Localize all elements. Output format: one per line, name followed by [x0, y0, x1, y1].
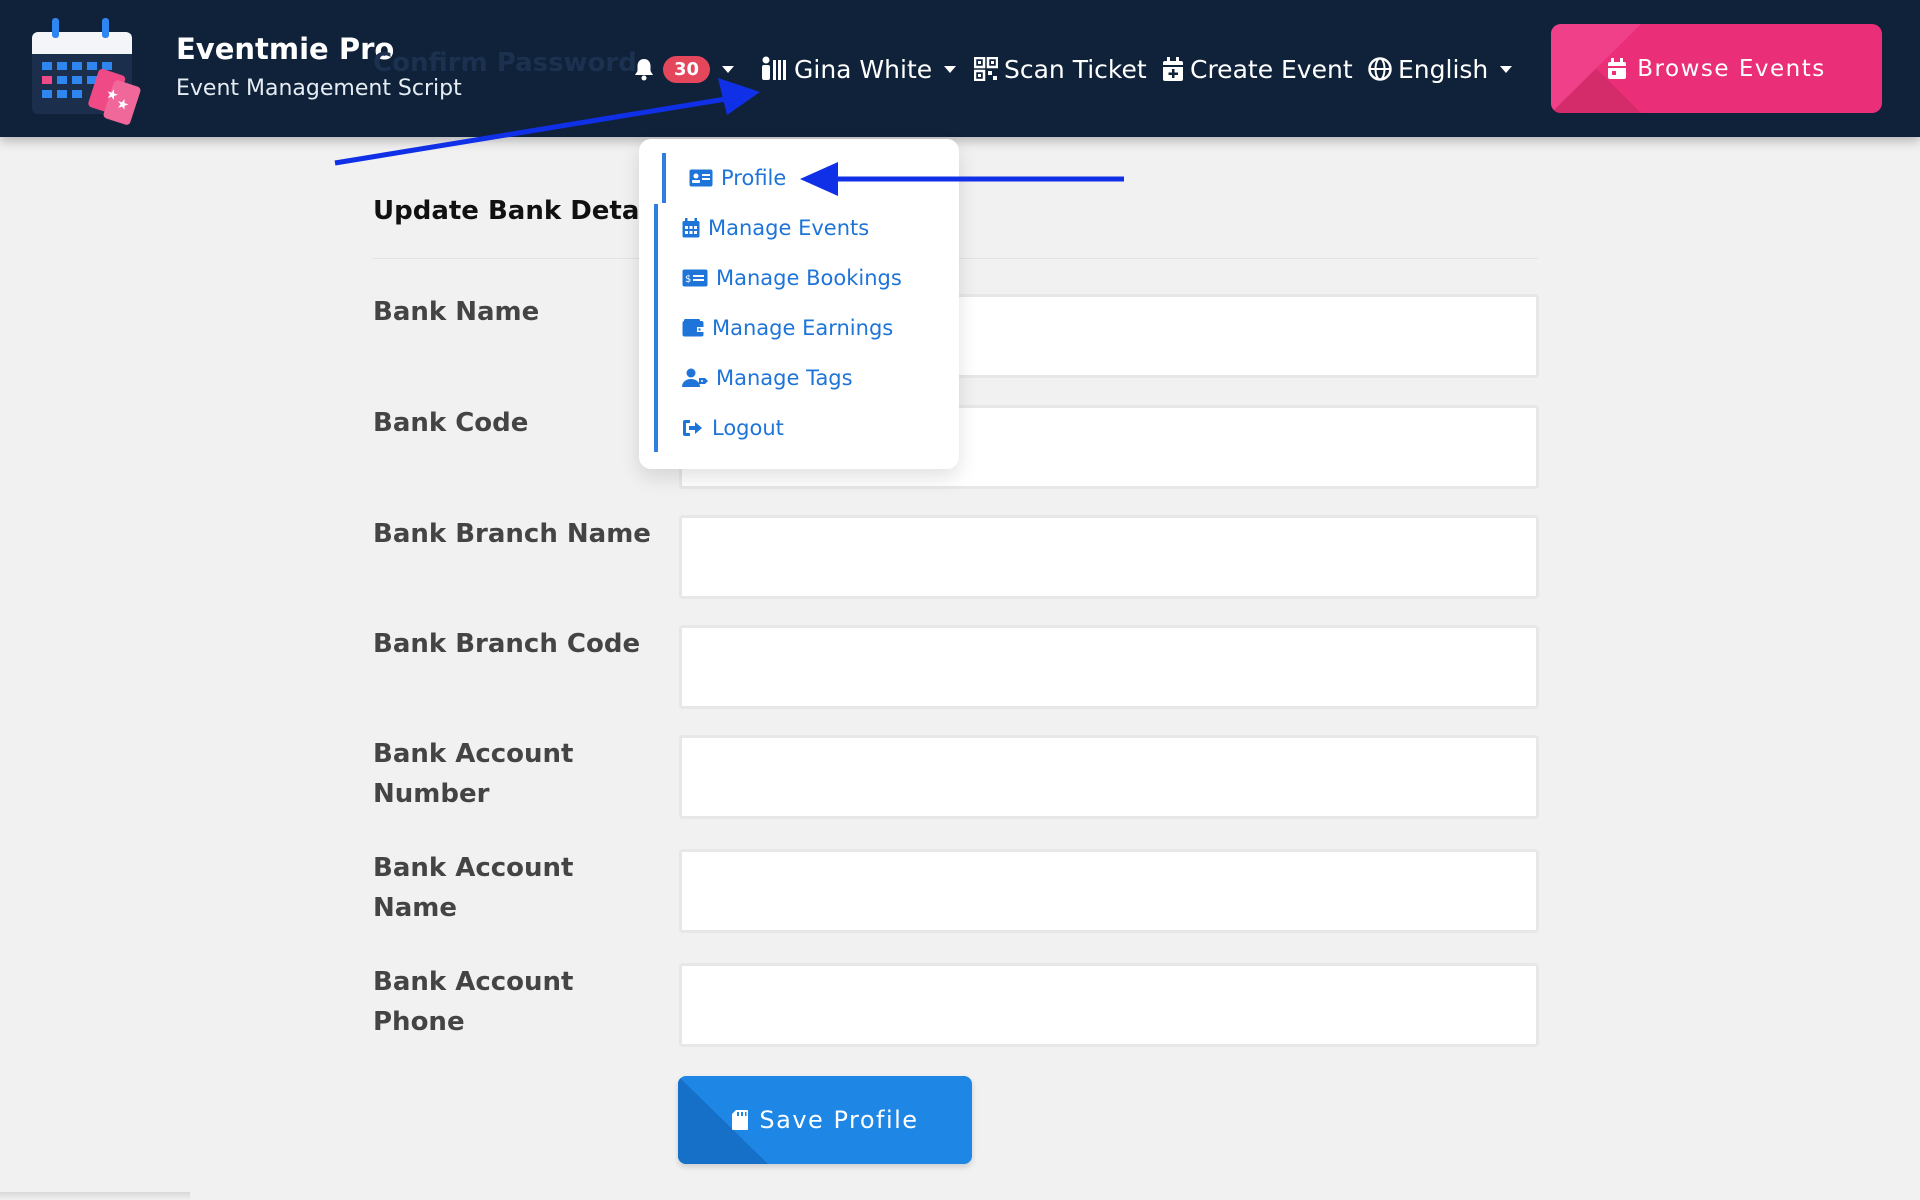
id-card-icon — [689, 169, 713, 187]
label-line: Bank Account — [373, 853, 574, 883]
user-name: Gina White — [794, 54, 933, 84]
create-event-label: Create Event — [1190, 54, 1353, 84]
menu-side-line — [654, 204, 658, 452]
label-line: Phone — [373, 1007, 465, 1037]
menu-item-label: Manage Tags — [716, 366, 853, 390]
calendar-icon — [1608, 57, 1627, 79]
label-line: Number — [373, 779, 490, 809]
bank-account-number-input[interactable] — [679, 735, 1539, 819]
wallet-icon — [682, 319, 704, 337]
bank-branch-code-label: Bank Branch Code — [373, 629, 641, 659]
bank-branch-name-label: Bank Branch Name — [373, 519, 651, 549]
notifications-button[interactable]: 30 — [633, 52, 735, 86]
qrcode-icon — [974, 57, 998, 81]
menu-item-logout[interactable]: Logout — [682, 416, 784, 440]
menu-item-manage-bookings[interactable]: $ Manage Bookings — [682, 266, 902, 290]
save-profile-label: Save Profile — [759, 1106, 919, 1134]
scan-ticket-label: Scan Ticket — [1004, 54, 1147, 84]
calendar-icon — [682, 218, 700, 238]
page-bottom-shadow — [0, 1192, 190, 1200]
sd-card-icon — [732, 1110, 749, 1130]
calendar-tickets-logo-icon[interactable]: ★ ★ — [30, 10, 150, 128]
calendar-plus-icon — [1163, 56, 1183, 81]
menu-item-manage-tags[interactable]: Manage Tags — [682, 366, 853, 390]
brand-tagline: Event Management Script — [176, 76, 462, 101]
menu-item-label: Profile — [721, 166, 787, 190]
button-decoration — [1551, 24, 1641, 113]
user-menu-toggle[interactable]: Gina White — [760, 52, 957, 86]
chevron-down-icon — [1500, 65, 1513, 73]
label-line: Bank Account — [373, 739, 574, 769]
scan-ticket-link[interactable]: Scan Ticket — [974, 52, 1147, 86]
menu-item-label: Logout — [712, 416, 784, 440]
form-section-title: Update Bank Details — [373, 196, 673, 226]
notification-count-badge: 30 — [663, 55, 711, 83]
money-card-icon: $ — [682, 269, 708, 287]
svg-text:$: $ — [685, 274, 691, 285]
browse-events-button[interactable]: Browse Events — [1551, 24, 1882, 113]
save-profile-button[interactable]: Save Profile — [678, 1076, 972, 1164]
menu-item-manage-events[interactable]: Manage Events — [682, 216, 869, 240]
bank-account-phone-label: Bank Account Phone — [373, 962, 573, 1042]
bank-code-label: Bank Code — [373, 408, 529, 438]
bank-branch-code-input[interactable] — [679, 625, 1539, 709]
active-indicator — [662, 153, 666, 203]
menu-item-label: Manage Bookings — [716, 266, 902, 290]
menu-item-label: Manage Events — [708, 216, 870, 240]
logout-icon — [683, 420, 702, 436]
user-organizer-icon — [762, 56, 786, 80]
language-selector[interactable]: English — [1368, 52, 1513, 86]
browse-events-label: Browse Events — [1637, 55, 1826, 82]
menu-item-label: Manage Earnings — [712, 316, 894, 340]
top-navbar: ★ ★ Eventmie Pro Event Management Script… — [0, 0, 1920, 137]
menu-item-profile[interactable]: Profile — [689, 166, 786, 190]
bank-name-label: Bank Name — [373, 297, 540, 327]
language-label: English — [1398, 54, 1489, 84]
user-dropdown-menu: Profile Manage Events $ Manage Bookings … — [639, 139, 959, 469]
chevron-down-icon — [944, 65, 957, 73]
globe-icon — [1368, 57, 1392, 81]
bank-account-number-label: Bank Account Number — [373, 734, 573, 814]
chevron-down-icon — [722, 65, 735, 73]
brand-name[interactable]: Eventmie Pro — [176, 32, 394, 66]
bank-account-phone-input[interactable] — [679, 963, 1539, 1047]
confirm-password-heading: Confirm Password — [373, 48, 637, 78]
label-line: Name — [373, 893, 458, 923]
label-line: Bank Account — [373, 967, 574, 997]
button-decoration — [678, 1076, 768, 1164]
user-tag-icon — [682, 368, 708, 387]
bank-branch-name-input[interactable] — [679, 515, 1539, 599]
menu-item-manage-earnings[interactable]: Manage Earnings — [682, 316, 893, 340]
bank-account-name-input[interactable] — [679, 849, 1539, 933]
bank-account-name-label: Bank Account Name — [373, 848, 573, 928]
create-event-link[interactable]: Create Event — [1162, 52, 1353, 86]
